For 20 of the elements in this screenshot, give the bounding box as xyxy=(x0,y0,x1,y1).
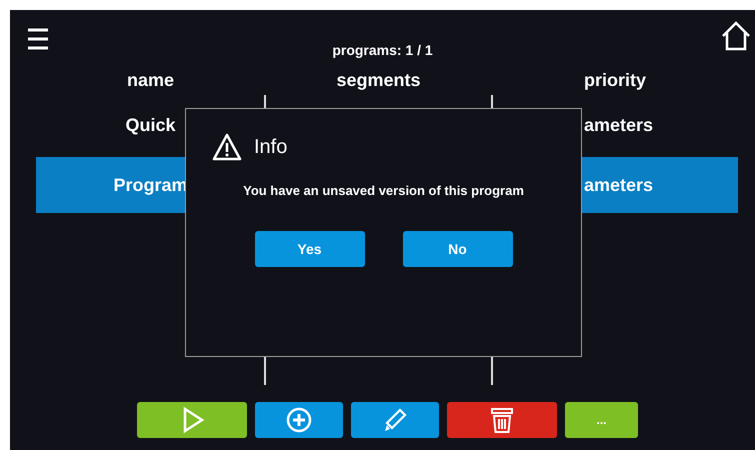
dialog-title: Info xyxy=(254,136,288,158)
warning-icon xyxy=(212,133,242,161)
edit-button[interactable] xyxy=(351,402,439,438)
add-icon xyxy=(285,406,313,434)
delete-button[interactable] xyxy=(447,402,557,438)
dialog-button[interactable]: Yes xyxy=(254,231,364,267)
home-icon[interactable] xyxy=(721,21,751,51)
table-cell-text: ameters xyxy=(583,114,654,136)
menu-icon[interactable] xyxy=(28,28,48,50)
table-cell: Quick xyxy=(125,114,176,136)
column-header: priority xyxy=(582,70,647,90)
column-header: name xyxy=(126,70,176,90)
column-header: segments xyxy=(335,70,422,90)
more-button[interactable]: ... xyxy=(565,402,638,438)
trash-icon xyxy=(488,406,516,434)
dialog-button[interactable]: No xyxy=(402,231,512,267)
add-button[interactable] xyxy=(255,402,343,438)
table-cell: Program xyxy=(113,174,188,196)
dialog-message: You have an unsaved version of this program xyxy=(243,183,524,198)
programs-counter: programs: 1 / 1 xyxy=(332,42,433,58)
